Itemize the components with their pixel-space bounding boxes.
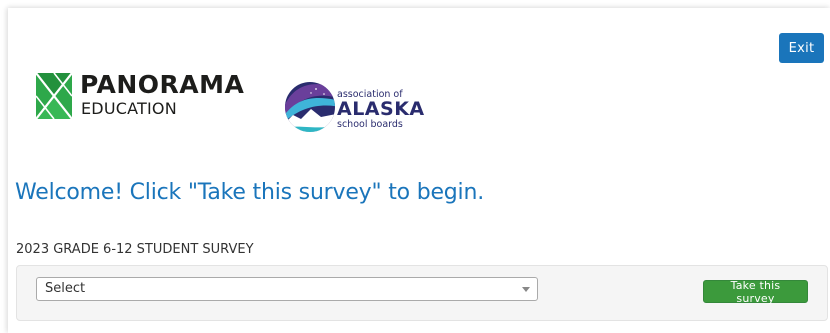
aasb-line3: school boards [337, 119, 403, 130]
exit-button[interactable]: Exit [779, 33, 824, 63]
aurora-emblem-icon [285, 82, 335, 132]
survey-select-dropdown[interactable]: Select [36, 277, 538, 301]
aasb-logo: association of ALASKA school boards [283, 79, 433, 137]
take-survey-button[interactable]: Take this survey [703, 279, 808, 305]
aasb-line2: ALASKA [337, 98, 425, 120]
survey-title: 2023 GRADE 6-12 STUDENT SURVEY [16, 242, 254, 257]
survey-landing-page: Exit PANORAMA EDUCATION association of A… [8, 8, 830, 333]
chevron-down-icon [522, 287, 530, 292]
panorama-mark-icon [36, 73, 72, 119]
welcome-heading: Welcome! Click "Take this survey" to beg… [15, 180, 485, 205]
select-value: Select [45, 281, 86, 296]
panorama-education-logo: PANORAMA EDUCATION [36, 70, 266, 123]
survey-select-panel: Select Take this survey [16, 265, 828, 321]
panorama-wordmark: PANORAMA [80, 70, 245, 99]
panorama-subtitle: EDUCATION [81, 99, 177, 118]
